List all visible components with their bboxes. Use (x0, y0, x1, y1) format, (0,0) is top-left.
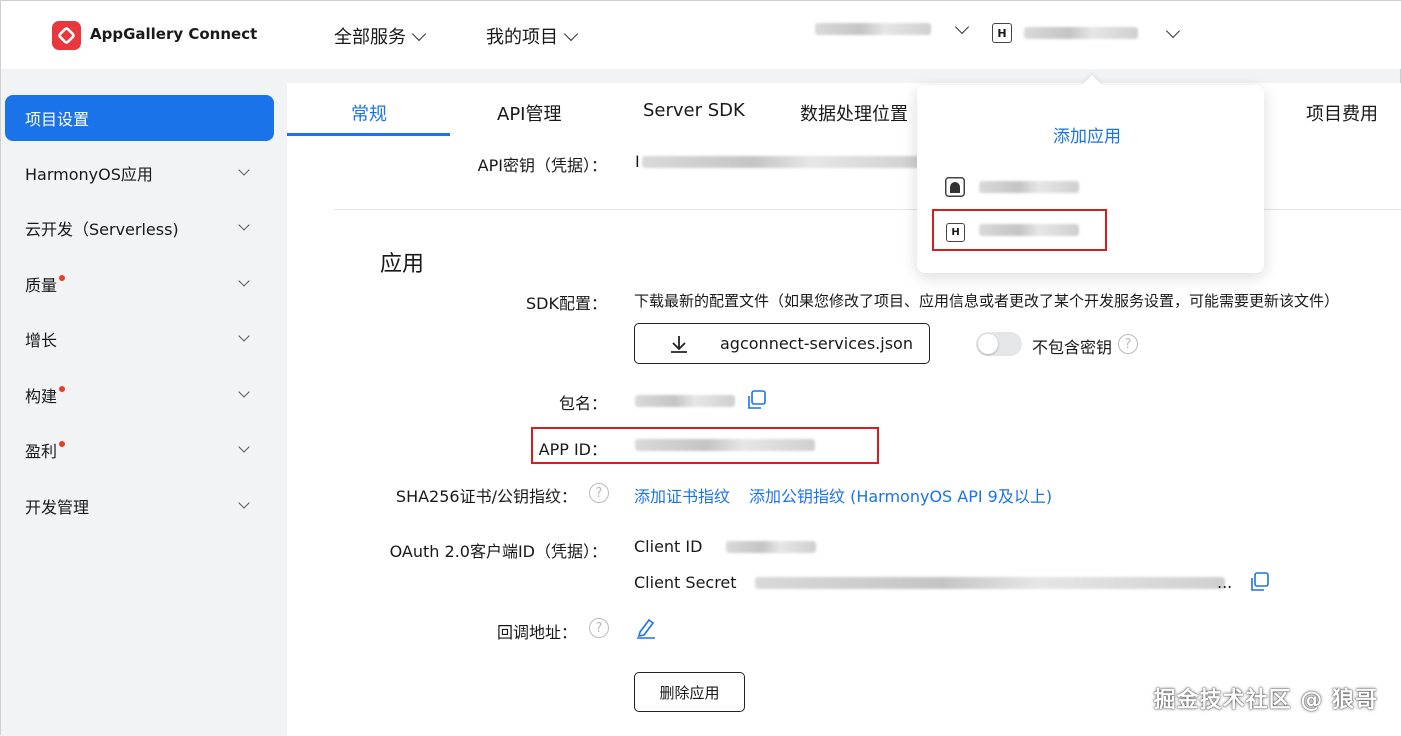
harmony-app-icon: H (992, 23, 1012, 43)
add-pubkey-fingerprint-link[interactable]: 添加公钥指纹 (HarmonyOS API 9及以上) (749, 483, 1052, 507)
sidebar-item-label: 项目设置 (25, 110, 90, 129)
client-id-label: Client ID (634, 537, 703, 556)
download-config-filename: agconnect-services.json (720, 334, 913, 353)
help-icon[interactable]: ? (589, 618, 609, 638)
sidebar-item-serverless[interactable]: 云开发（Serverless) (5, 205, 274, 251)
watermark: 掘金技术社区 @ 狼哥 (1153, 688, 1378, 713)
sdk-config-description: 下载最新的配置文件（如果您修改了项目、应用信息或者更改了某个开发服务设置，可能需… (634, 292, 1340, 310)
appgallery-logo-icon[interactable] (52, 21, 81, 50)
sidebar-item-growth[interactable]: 增长 (5, 316, 274, 362)
sidebar-item-harmonyos-apps[interactable]: HarmonyOS应用 (5, 150, 274, 196)
redacted-app-name (1024, 27, 1138, 39)
redacted-api-key (642, 156, 922, 168)
brand-name[interactable]: AppGallery Connect (90, 25, 257, 43)
redacted-package-name (635, 395, 735, 407)
redacted-app-id (635, 439, 815, 451)
client-secret-ellipsis: ... (1217, 573, 1233, 592)
tab-api-management[interactable]: API管理 (497, 100, 561, 126)
sidebar-item-dev-management[interactable]: 开发管理 (5, 483, 274, 529)
tab-general[interactable]: 常规 (351, 100, 387, 126)
android-app-icon (945, 177, 965, 197)
sidebar-item-label: 构建 (25, 387, 58, 406)
chevron-down-icon (238, 164, 250, 176)
add-app-link[interactable]: 添加应用 (1053, 122, 1121, 147)
sidebar-item-label: 盈利 (25, 442, 58, 461)
chevron-down-icon (1165, 23, 1181, 38)
edit-icon[interactable] (635, 616, 657, 640)
chevron-down-icon (563, 26, 579, 41)
oauth-label: OAuth 2.0客户端ID（凭据）： (389, 542, 607, 561)
sidebar-item-project-settings[interactable]: 项目设置 (5, 95, 274, 141)
chevron-down-icon (238, 275, 250, 287)
tab-data-location[interactable]: 数据处理位置 (800, 100, 908, 126)
copy-icon[interactable] (1249, 571, 1271, 593)
delete-app-button[interactable]: 删除应用 (634, 672, 745, 712)
app-id-label: APP ID： (538, 440, 607, 459)
section-title-app: 应用 (380, 252, 425, 277)
copy-icon[interactable] (746, 389, 768, 411)
tab-server-sdk[interactable]: Server SDK (643, 100, 745, 121)
chevron-down-icon (411, 26, 427, 41)
my-projects-menu[interactable]: 我的项目 (486, 23, 579, 49)
top-bar: AppGallery Connect 全部服务 我的项目 H (1, 1, 1401, 69)
active-tab-indicator (287, 133, 450, 136)
api-key-label: API密钥（凭据）： (477, 156, 607, 175)
chevron-down-icon (238, 219, 250, 231)
help-icon[interactable]: ? (589, 483, 609, 503)
chevron-down-icon (238, 330, 250, 342)
exclude-key-label: 不包含密钥 (1032, 338, 1113, 357)
redacted-client-secret (755, 577, 1225, 589)
all-services-menu[interactable]: 全部服务 (334, 23, 427, 49)
callback-url-label: 回调地址： (496, 623, 577, 642)
sidebar-item-monetize[interactable]: 盈利 (5, 427, 274, 473)
chevron-down-icon (954, 19, 970, 34)
client-secret-label: Client Secret (634, 573, 737, 592)
redacted-project-name (815, 23, 931, 35)
help-icon[interactable]: ? (1118, 334, 1138, 354)
notification-dot (59, 275, 66, 281)
dropdown-item-harmony-app[interactable]: H (946, 220, 1096, 242)
add-cert-fingerprint-link[interactable]: 添加证书指纹 (634, 483, 730, 507)
sidebar-item-label: 云开发（Serverless) (25, 220, 179, 239)
download-config-button[interactable]: agconnect-services.json (634, 323, 930, 364)
all-services-label: 全部服务 (334, 27, 406, 48)
sidebar-item-build[interactable]: 构建 (5, 372, 274, 418)
project-selector[interactable] (815, 19, 970, 35)
redacted-client-id (726, 541, 816, 553)
harmony-app-icon: H (946, 223, 965, 242)
toggle-knob (978, 334, 998, 354)
notification-dot (59, 386, 66, 392)
chevron-down-icon (238, 497, 250, 509)
notification-dot (59, 441, 66, 447)
tab-project-fees[interactable]: 项目费用 (1306, 100, 1378, 126)
api-key-prefix: I (635, 152, 640, 171)
sidebar-item-label: 开发管理 (25, 498, 90, 517)
package-name-label: 包名： (558, 394, 607, 413)
sidebar-item-label: 增长 (25, 331, 58, 350)
app-selector[interactable]: H (992, 23, 1181, 43)
exclude-key-toggle[interactable] (976, 332, 1022, 356)
sidebar-item-label: HarmonyOS应用 (25, 165, 153, 184)
dropdown-item-android-app[interactable] (945, 177, 1245, 199)
redacted-app-name (979, 181, 1079, 193)
sidebar: 项目设置 HarmonyOS应用 云开发（Serverless) 质量 增长 构… (1, 69, 287, 736)
sdk-config-label: SDK配置： (526, 294, 607, 313)
sidebar-item-quality[interactable]: 质量 (5, 261, 274, 307)
sidebar-item-label: 质量 (25, 276, 58, 295)
dropdown-arrow (1082, 75, 1102, 95)
redacted-app-name (979, 224, 1079, 236)
chevron-down-icon (238, 441, 250, 453)
sha256-label: SHA256证书/公钥指纹： (395, 487, 577, 506)
my-projects-label: 我的项目 (486, 27, 558, 48)
chevron-down-icon (238, 386, 250, 398)
app-dropdown: 添加应用 H (917, 75, 1264, 273)
download-icon (671, 335, 687, 353)
